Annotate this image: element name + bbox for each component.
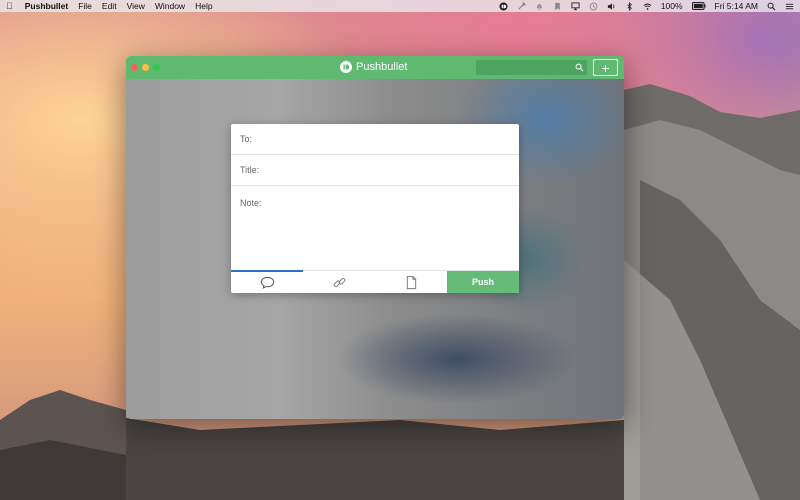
file-icon [406,275,416,289]
menu-app-name[interactable]: Pushbullet [25,1,68,11]
window-title-text: Pushbullet [356,61,408,73]
menu-bar:  Pushbullet File Edit View Window Help [0,0,800,12]
tool-status-icon[interactable] [517,1,526,11]
pushbullet-window: Pushbullet + To: Title: Note: Push [126,56,624,419]
maximize-window-button[interactable] [153,64,160,71]
add-button[interactable]: + [593,59,618,76]
blurred-content-area: To: Title: Note: Push [126,79,624,419]
spotlight-search-icon[interactable] [767,2,776,11]
pushbullet-logo-icon [340,61,352,73]
to-label: To: [240,134,253,144]
to-field[interactable]: To: [231,124,519,155]
tab-note[interactable] [231,270,303,293]
search-icon [575,63,584,72]
airplay-icon[interactable] [571,1,580,11]
compose-panel: To: Title: Note: Push [231,124,519,293]
menu-edit[interactable]: Edit [102,1,117,11]
bluetooth-icon[interactable] [625,1,634,11]
push-button[interactable]: Push [447,271,519,293]
note-label: Note: [240,198,262,208]
notification-center-icon[interactable] [785,2,794,11]
title-field[interactable]: Title: [231,155,519,186]
menu-file[interactable]: File [78,1,92,11]
window-title: Pushbullet [340,61,407,73]
speech-bubble-icon [260,276,274,289]
note-field[interactable]: Note: [231,186,519,270]
search-input[interactable] [476,63,587,78]
time-machine-icon[interactable] [589,2,598,11]
title-label: Title: [240,165,260,175]
menu-view[interactable]: View [127,1,145,11]
link-icon [333,277,345,287]
battery-percent: 100% [660,1,683,11]
search-box[interactable] [476,60,587,78]
minimize-window-button[interactable] [142,64,149,71]
push-type-toolbar: Push [231,270,519,293]
menu-help[interactable]: Help [195,1,212,11]
menubar-clock[interactable]: Fri 5:14 AM [715,1,758,11]
notification-bell-icon[interactable] [535,2,544,11]
title-bar[interactable]: Pushbullet + [126,56,624,79]
status-area: 100% Fri 5:14 AM [499,1,794,11]
tab-file[interactable] [375,271,447,293]
wifi-icon[interactable] [643,2,652,11]
apple-menu-icon[interactable]:  [6,1,13,11]
tab-link[interactable] [303,271,375,293]
volume-icon[interactable] [607,2,616,11]
pushbullet-status-icon[interactable] [499,1,508,11]
battery-icon[interactable] [691,2,706,11]
bookmark-icon[interactable] [553,2,562,11]
menu-window[interactable]: Window [155,1,185,11]
close-window-button[interactable] [131,64,138,71]
